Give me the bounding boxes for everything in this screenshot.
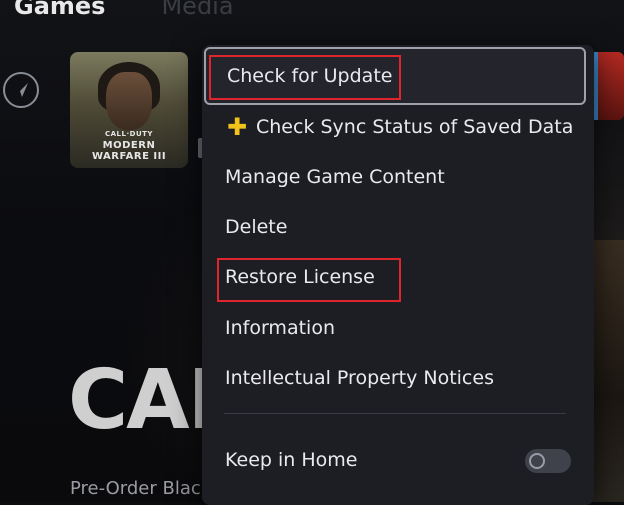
menu-item-information[interactable]: Information [202, 305, 586, 351]
menu-divider [224, 413, 566, 414]
menu-item-label: Intellectual Property Notices [225, 367, 494, 389]
menu-item-label: Check for Update [227, 65, 393, 87]
game-logo: CALL·DUTY MODERN WARFARE III [70, 129, 188, 162]
menu-item-label: Restore License [225, 266, 375, 288]
game-tile-modern-warfare[interactable]: CALL·DUTY MODERN WARFARE III [70, 52, 188, 168]
menu-item-manage-game-content[interactable]: Manage Game Content [202, 154, 586, 200]
menu-item-ip-notices[interactable]: Intellectual Property Notices [202, 355, 586, 401]
next-game-tile[interactable] [592, 52, 624, 120]
game-logo-line3: WARFARE III [91, 151, 167, 162]
menu-item-check-for-update[interactable]: Check for Update [204, 47, 586, 105]
keep-in-home-toggle[interactable] [525, 449, 571, 473]
menu-item-check-sync-status[interactable]: ✚ Check Sync Status of Saved Data [202, 104, 586, 150]
preorder-text: Pre-Order Blac [70, 478, 201, 499]
tab-media[interactable]: Media [161, 0, 233, 20]
toggle-knob [529, 453, 545, 469]
menu-item-label: Delete [225, 216, 288, 238]
menu-item-delete[interactable]: Delete [202, 204, 586, 250]
ps-plus-icon: ✚ [226, 113, 248, 141]
menu-item-label: Manage Game Content [225, 166, 445, 188]
menu-item-label: Information [225, 317, 335, 339]
explore-icon[interactable] [3, 72, 39, 108]
game-logo-line1: CALL·DUTY [105, 130, 153, 138]
menu-item-label: Keep in Home [225, 449, 358, 471]
menu-item-label: Check Sync Status of Saved Data [256, 116, 574, 138]
top-tabs: Games Media [14, 0, 234, 20]
game-logo-line2: MODERN [102, 140, 156, 151]
tile-artwork-face [106, 72, 152, 130]
tab-games[interactable]: Games [14, 0, 105, 20]
options-menu: Check for Update ✚ Check Sync Status of … [202, 45, 594, 505]
menu-item-restore-license[interactable]: Restore License [202, 254, 586, 300]
